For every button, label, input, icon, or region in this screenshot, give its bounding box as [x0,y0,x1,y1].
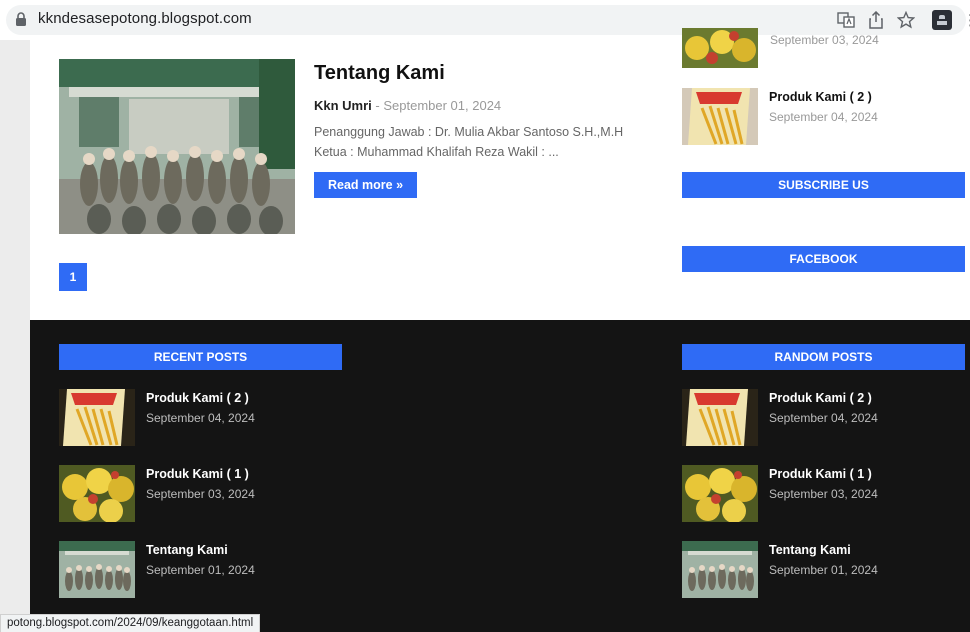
post-thumbnail[interactable] [59,59,295,234]
footer-gutter [0,320,30,632]
random-post-date: September 01, 2024 [769,563,878,577]
read-more-button[interactable]: Read more » [314,172,417,198]
random-post-date: September 04, 2024 [769,411,878,425]
bookmark-star-icon[interactable] [896,10,916,30]
share-icon[interactable] [866,10,886,30]
sidebar-item-date: September 04, 2024 [769,110,878,124]
recent-post-thumb-snack[interactable] [59,389,135,446]
random-posts-header: RANDOM POSTS [682,344,965,370]
random-post-thumb-group[interactable] [682,541,758,598]
recent-posts-header: RECENT POSTS [59,344,342,370]
lock-icon[interactable] [15,12,31,30]
random-post-thumb-fruit[interactable] [682,465,758,522]
page-gutter [0,40,30,320]
sidebar-thumb-fruit[interactable] [682,28,758,68]
pagination-page-1[interactable]: 1 [59,263,87,291]
url-text[interactable]: kkndesasepotong.blogspot.com [38,10,252,27]
translate-icon[interactable] [836,10,856,30]
recent-post-title[interactable]: Produk Kami ( 1 ) [146,467,249,481]
sidebar-item-title[interactable]: Produk Kami ( 2 ) [769,90,872,104]
recent-post-date: September 01, 2024 [146,563,255,577]
post-title[interactable]: Tentang Kami [314,62,445,85]
blog-page: Tentang Kami Kkn Umri - September 01, 20… [0,28,970,632]
random-post-thumb-snack[interactable] [682,389,758,446]
recent-post-date: September 04, 2024 [146,411,255,425]
subscribe-widget-header: SUBSCRIBE US [682,172,965,198]
random-post-title[interactable]: Tentang Kami [769,543,851,557]
extension-icon[interactable] [932,10,952,30]
post-meta: Kkn Umri - September 01, 2024 [314,98,501,113]
facebook-widget-header: FACEBOOK [682,246,965,272]
post-date: September 01, 2024 [383,98,502,113]
browser-menu-icon[interactable]: ⋮ [963,11,970,29]
random-post-title[interactable]: Produk Kami ( 2 ) [769,391,872,405]
link-status-bar: potong.blogspot.com/2024/09/keanggotaan.… [0,614,261,632]
meta-separator: - [371,98,384,113]
recent-post-date: September 03, 2024 [146,487,255,501]
recent-post-thumb-fruit[interactable] [59,465,135,522]
random-post-date: September 03, 2024 [769,487,878,501]
post-excerpt: Penanggung Jawab : Dr. Mulia Akbar Santo… [314,125,624,159]
recent-post-thumb-group[interactable] [59,541,135,598]
recent-post-title[interactable]: Tentang Kami [146,543,228,557]
post-author[interactable]: Kkn Umri [314,98,372,113]
sidebar-thumb-snack[interactable] [682,88,758,145]
recent-post-title[interactable]: Produk Kami ( 2 ) [146,391,249,405]
random-post-title[interactable]: Produk Kami ( 1 ) [769,467,872,481]
sidebar-item-date-partial: September 03, 2024 [770,33,879,47]
